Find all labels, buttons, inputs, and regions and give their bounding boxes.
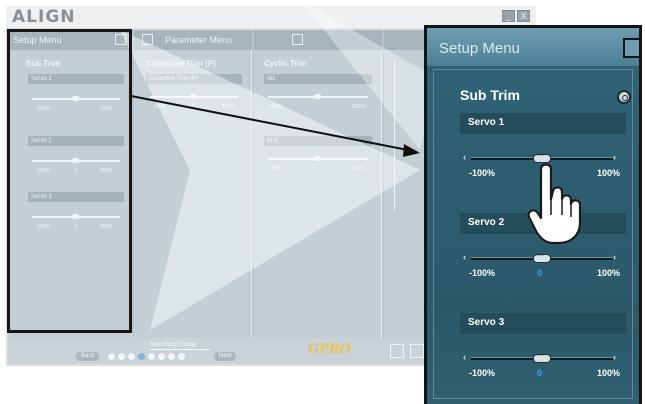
slider-left-end-icon[interactable]: ‹ [463,353,471,362]
servo-2-thumb[interactable] [533,252,551,263]
setup-menu-zoom: Setup Menu Sub Trim Servo 1 ‹ › -100% 10… [427,28,639,404]
servo-3-max: 100% [597,368,621,378]
servo-2-label: Servo 2 [468,217,505,228]
servo-3-min: -100% [469,368,496,378]
servo-3-thumb[interactable] [533,352,551,363]
servo-2-min: -100% [469,268,496,278]
servo-2-zero: 0 [537,268,543,278]
servo-3-header: Servo 3 [460,313,626,334]
servo-3-label: Servo 3 [468,317,505,328]
reset-icon[interactable] [617,90,631,104]
setup-menu-header[interactable]: Setup Menu [427,28,639,66]
servo-1-header: Servo 1 [460,113,626,134]
servo-1-label: Servo 1 [468,117,505,128]
servo-1-min: -100% [469,168,496,178]
panel-toggle-icon[interactable] [623,38,639,58]
servo-2-max: 100% [597,268,621,278]
servo-1-max: 100% [597,168,621,178]
setup-menu-title: Setup Menu [439,40,520,57]
slider-left-end-icon[interactable]: ‹ [463,253,471,262]
slider-right-end-icon[interactable]: › [613,253,621,262]
zoom-inset: Setup Menu Sub Trim Servo 1 ‹ › -100% 10… [424,25,642,404]
slider-right-end-icon[interactable]: › [613,153,621,162]
sub-trim-title: Sub Trim [460,87,520,103]
hand-cursor-icon [527,163,582,245]
slider-right-end-icon[interactable]: › [613,353,621,362]
servo-3-zero: 0 [537,368,543,378]
slider-left-end-icon[interactable]: ‹ [463,153,471,162]
